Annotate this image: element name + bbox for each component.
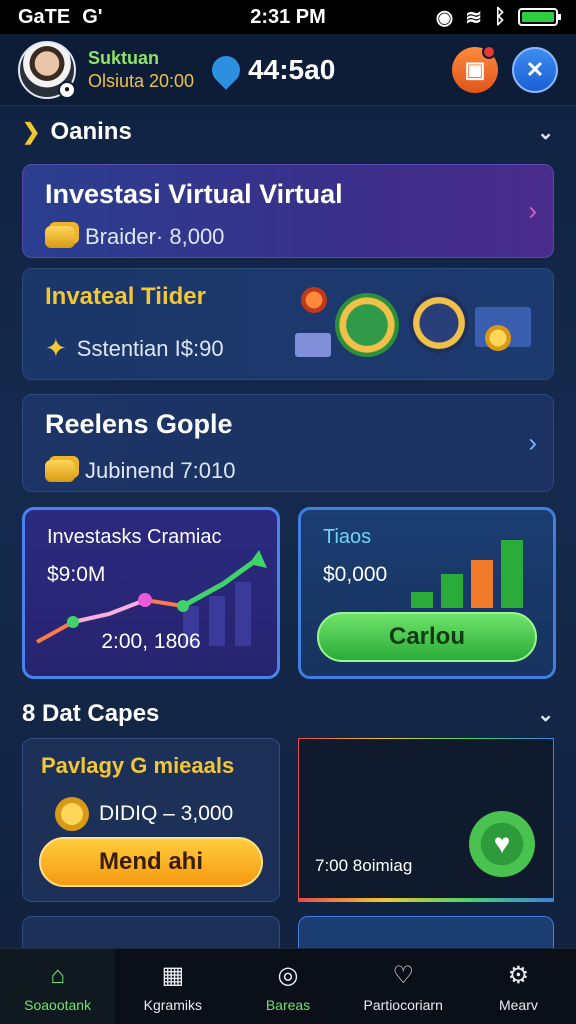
chevron-down-icon: ❯ [22, 119, 41, 144]
bar-chart-bar [471, 560, 493, 608]
invest-stats-tile[interactable]: Investasks Cramiac $9:0M 2:00, 1806 [22, 507, 280, 679]
promo-value: DIDIQ – 3,000 [99, 802, 234, 825]
target-icon [409, 293, 469, 353]
rocket-icon: ✦ [45, 333, 67, 363]
close-button[interactable]: ✕ [512, 46, 558, 93]
collapse-chevron-icon[interactable]: ⌄ [537, 702, 554, 727]
reward-footer: 7:00 8oimiag [315, 856, 413, 875]
bar-chart-bar [411, 592, 433, 608]
gear-heart-icon: ♥ [469, 811, 535, 877]
location-pin-icon [206, 49, 246, 90]
investment-card-2[interactable]: Invateal Tiider ✦ Sstentian I$:90 [22, 268, 554, 380]
section-title-1: Oanins [50, 118, 132, 145]
nav-label: Mearv [498, 996, 538, 1013]
shop-button[interactable]: ▣ [452, 44, 498, 93]
tile-footer: 2:00, 1806 [101, 630, 201, 653]
card-title: Investasi Virtual Virtual [45, 179, 343, 209]
investment-illustration [295, 287, 535, 367]
settings-icon: ⚙ [507, 962, 530, 989]
user-info: Suktuan Olsiuta 20:00 [88, 48, 194, 92]
balance-value: 44:5a0 [248, 53, 336, 85]
bar-chart-bar [501, 540, 523, 608]
nav-item-box[interactable]: ▦ Kgramiks [115, 949, 230, 1024]
card-title: Reelens Gople [45, 409, 233, 439]
home-icon: ⌂ [50, 961, 65, 989]
section-header-2[interactable]: 8 Dat Capes ⌄ [22, 700, 554, 728]
wifi-icon: ≋ [465, 6, 482, 29]
nav-label: Bareas [265, 996, 311, 1013]
signal-icon: ◉ [435, 6, 454, 29]
nav-label: Kgramiks [143, 996, 202, 1013]
peek-row [22, 916, 554, 956]
carrier-label: GaTE [18, 5, 71, 28]
battery-icon [518, 8, 561, 26]
box-icon: ▦ [161, 962, 185, 989]
avatar[interactable]: ● [18, 40, 76, 99]
card-subtitle: Sstentian I$:90 [76, 335, 224, 361]
gold-coin-icon [45, 226, 75, 248]
card-subtitle: Jubinend 7:010 [85, 458, 236, 483]
app-header: ● Suktuan Olsiuta 20:00 44:5a0 ▣ ✕ [0, 34, 576, 106]
chevron-right-icon: › [528, 427, 537, 458]
users-icon: ♡ [392, 962, 414, 989]
bottom-nav: ⌂ Soaootank ▦ Kgramiks ◎ Bareas ♡ Partio… [0, 948, 576, 1024]
gold-bars-icon [45, 460, 75, 482]
close-icon: ✕ [525, 56, 545, 82]
small-coin-icon [485, 325, 511, 351]
status-bar: GaTE G' 2:31 PM ◉ ≋ ᛒ [0, 0, 576, 34]
user-subtitle: Olsiuta 20:00 [88, 70, 195, 91]
dollar-coin-icon [55, 797, 89, 831]
tile-title: Tiaos [323, 526, 372, 548]
nav-label: Partiocoriarn [363, 996, 443, 1013]
investment-card-1[interactable]: Investasi Virtual Virtual Braider· 8,000… [22, 164, 554, 258]
tile-value: $0,000 [323, 563, 388, 586]
card-subtitle: Braider· 8,000 [85, 224, 225, 249]
reward-card[interactable]: ♥ 7:00 8oimiag [298, 738, 554, 902]
nav-item-home[interactable]: ⌂ Soaootank [0, 949, 116, 1024]
record-icon: ◎ [277, 962, 299, 989]
user-name: Suktuan [88, 47, 160, 68]
section-header-1[interactable]: ❯ Oanins ⌄ [22, 118, 554, 146]
section-title-2: 8 Dat Capes [22, 700, 160, 727]
nav-item-settings[interactable]: ⚙ Mearv [461, 949, 576, 1024]
nav-item-record[interactable]: ◎ Bareas [230, 949, 345, 1024]
bag-icon: ▣ [464, 56, 486, 82]
chevron-right-icon: › [528, 195, 537, 226]
tiaos-tile[interactable]: Tiaos $0,000 Carlou [298, 507, 556, 679]
promo-card[interactable]: Pavlagy G mieaals DIDIQ – 3,000 Mend ahi [22, 738, 280, 902]
balance: 44:5a0 [206, 49, 336, 90]
coin-target-icon [335, 293, 399, 357]
promo-title: Pavlagy G mieaals [41, 753, 235, 778]
tiaos-action-button[interactable]: Carlou [317, 612, 537, 662]
investment-card-3[interactable]: Reelens Gople Jubinend 7:010 › [22, 394, 554, 492]
nav-label: Soaootank [24, 996, 92, 1013]
status-extra: G' [82, 5, 103, 28]
nav-item-users[interactable]: ♡ Partiocoriarn [346, 949, 461, 1024]
collapse-chevron-icon[interactable]: ⌄ [537, 120, 554, 145]
red-coin-icon [301, 287, 327, 313]
promo-action-button[interactable]: Mend ahi [39, 837, 263, 887]
notification-dot [482, 44, 496, 59]
bar-chart-bar [441, 574, 463, 608]
cube-icon [295, 333, 331, 357]
bluetooth-icon: ᛒ [494, 5, 506, 28]
avatar-badge-icon: ● [58, 80, 76, 99]
